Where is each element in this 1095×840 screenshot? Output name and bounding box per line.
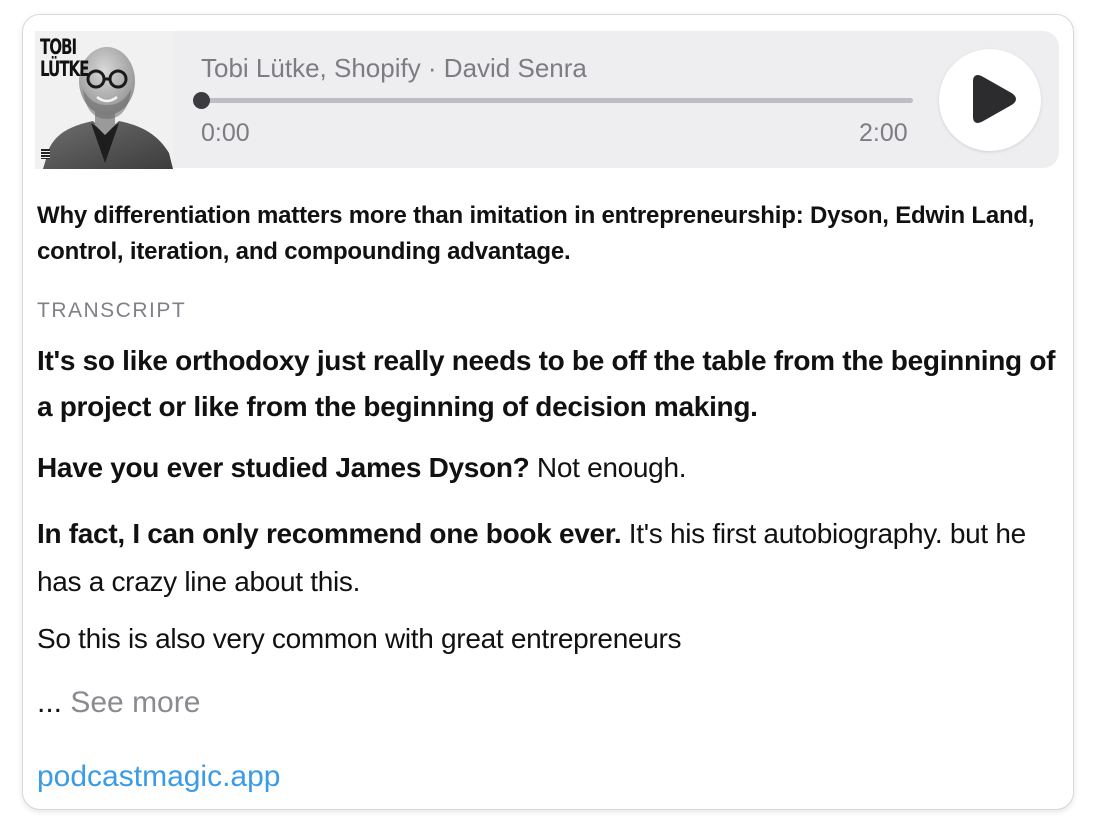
transcript-p2-rest: Not enough. [529, 452, 687, 483]
progress-knob[interactable] [193, 92, 210, 109]
current-time: 0:00 [201, 119, 250, 147]
podcastmagic-link[interactable]: podcastmagic.app [37, 757, 281, 797]
transcript-paragraph-1: It's so like orthodoxy just really needs… [37, 345, 1056, 422]
play-icon [973, 75, 1016, 123]
transcript-label: TRANSCRIPT [37, 299, 187, 322]
podcast-card: TOBI LÜTKE Tobi Lütke, Shopify · David S… [22, 14, 1074, 810]
progress-track[interactable] [193, 92, 913, 109]
audio-player: Tobi Lütke, Shopify · David Senra 0:00 2… [173, 31, 1059, 168]
see-more-link[interactable]: ... See more [37, 683, 200, 723]
cover-logo-mark [41, 149, 50, 159]
play-button[interactable] [939, 49, 1041, 151]
total-time: 2:00 [859, 119, 908, 147]
transcript-p2-bold: Have you ever studied James Dyson? [37, 452, 530, 483]
track-meta: Tobi Lütke, Shopify · David Senra [201, 53, 587, 83]
see-more-ellipsis: ... [37, 686, 63, 719]
cover-title: TOBI LÜTKE [40, 35, 89, 81]
see-more-label: See more [62, 686, 201, 719]
transcript-paragraph-2: Have you ever studied James Dyson? Not e… [37, 448, 1067, 488]
transcript-p3-bold: In fact, I can only recommend one book e… [37, 518, 622, 549]
transcript-paragraph-3: In fact, I can only recommend one book e… [37, 510, 1067, 606]
podcast-cover-image[interactable]: TOBI LÜTKE [35, 31, 173, 169]
episode-description: Why differentiation matters more than im… [37, 202, 1035, 265]
transcript-paragraph-4: So this is also very common with great e… [37, 623, 682, 654]
